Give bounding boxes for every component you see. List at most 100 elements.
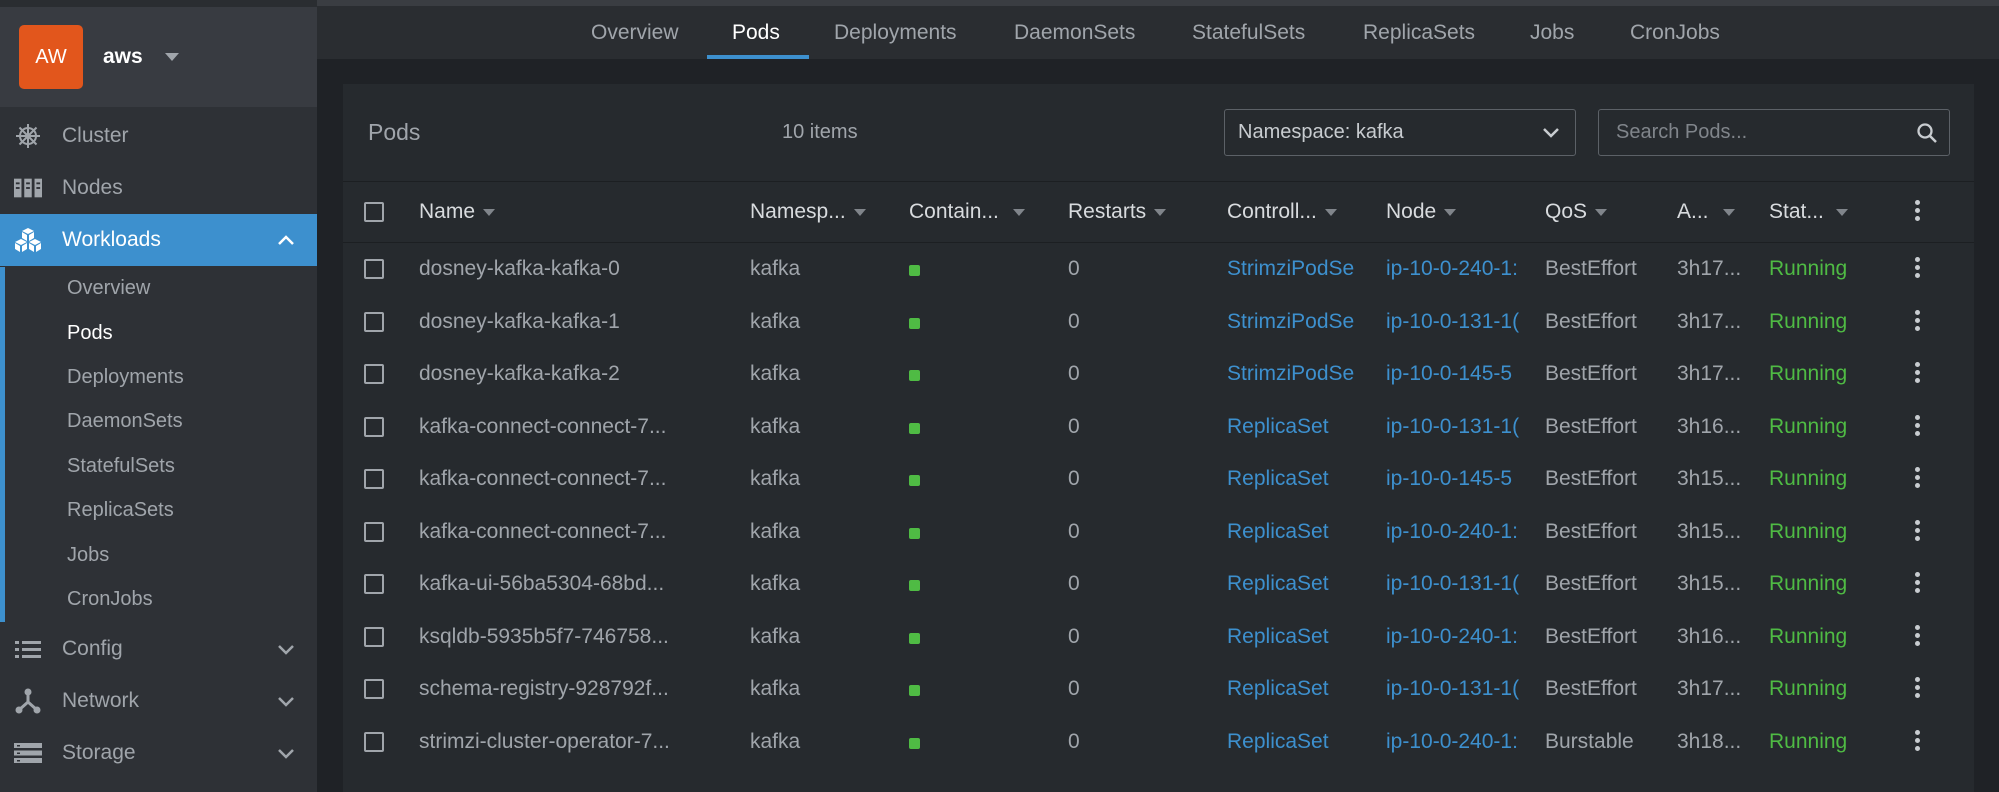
- subnav-cronjobs[interactable]: CronJobs: [67, 584, 153, 614]
- row-menu-icon[interactable]: [1911, 572, 1923, 596]
- tab-daemonsets[interactable]: DaemonSets: [1014, 6, 1135, 59]
- table-row[interactable]: schema-registry-928792f... kafka 0 ReplicaS…: [343, 663, 1974, 715]
- pod-node-link[interactable]: ip-10-0-240-1:: [1386, 716, 1520, 768]
- row-menu-icon[interactable]: [1911, 257, 1923, 281]
- tab-overview[interactable]: Overview: [591, 6, 679, 59]
- cluster-header[interactable]: AW aws: [0, 7, 317, 107]
- table-row[interactable]: kafka-connect-connect-7... kafka 0 ReplicaS…: [343, 401, 1974, 453]
- row-menu-icon[interactable]: [1911, 414, 1923, 439]
- row-menu-icon[interactable]: [1911, 677, 1923, 701]
- pod-controller-link[interactable]: ReplicaSet: [1227, 453, 1361, 505]
- pod-node-link[interactable]: ip-10-0-131-1(: [1386, 663, 1520, 715]
- nav-item-storage[interactable]: Storage: [0, 727, 317, 779]
- pod-controller-link[interactable]: ReplicaSet: [1227, 401, 1361, 453]
- tab-replicasets[interactable]: ReplicaSets: [1363, 6, 1475, 59]
- row-menu-icon[interactable]: [1911, 519, 1923, 544]
- row-checkbox[interactable]: [364, 679, 384, 699]
- pod-controller-link[interactable]: StrimziPodSe: [1227, 348, 1361, 400]
- caret-down-icon[interactable]: [164, 53, 179, 61]
- row-checkbox[interactable]: [364, 521, 384, 542]
- chevron-down-icon[interactable]: [277, 741, 295, 765]
- column-menu-icon[interactable]: [1911, 200, 1923, 224]
- pod-controller-link[interactable]: StrimziPodSe: [1227, 296, 1361, 348]
- nav-item-config[interactable]: Config: [0, 623, 317, 675]
- subnav-deployments[interactable]: Deployments: [67, 362, 184, 392]
- subnav-pods[interactable]: Pods: [67, 318, 113, 348]
- row-checkbox[interactable]: [364, 731, 384, 752]
- row-checkbox[interactable]: [364, 626, 384, 647]
- row-menu-icon[interactable]: [1911, 467, 1923, 491]
- pod-node-link[interactable]: ip-10-0-131-1(: [1386, 296, 1520, 348]
- chevron-up-icon[interactable]: [277, 228, 295, 252]
- col-header-qos[interactable]: QoS: [1545, 182, 1608, 242]
- pod-node-link[interactable]: ip-10-0-145-5: [1386, 453, 1520, 505]
- table-row[interactable]: kafka-connect-connect-7... kafka 0 ReplicaS…: [343, 506, 1974, 558]
- col-header-restarts[interactable]: Restarts: [1068, 182, 1167, 242]
- cluster-avatar[interactable]: AW: [19, 25, 83, 89]
- tab-pods[interactable]: Pods: [732, 6, 780, 59]
- pod-status: Running: [1769, 362, 1848, 385]
- pod-node-link[interactable]: ip-10-0-240-1:: [1386, 243, 1520, 295]
- col-header-status[interactable]: Stat...: [1769, 182, 1848, 242]
- row-checkbox[interactable]: [364, 469, 384, 489]
- search-input[interactable]: [1614, 120, 1898, 145]
- select-all-checkbox[interactable]: [364, 202, 384, 222]
- row-checkbox[interactable]: [364, 311, 384, 332]
- nav-item-cluster[interactable]: Cluster: [0, 110, 317, 162]
- pod-node-link[interactable]: ip-10-0-240-1:: [1386, 506, 1520, 558]
- pod-controller-link[interactable]: StrimziPodSe: [1227, 243, 1361, 295]
- cluster-name[interactable]: aws: [103, 45, 143, 69]
- subnav-overview[interactable]: Overview: [67, 273, 150, 303]
- pod-controller-link[interactable]: ReplicaSet: [1227, 558, 1361, 610]
- pod-controller-link[interactable]: ReplicaSet: [1227, 611, 1361, 663]
- table-row[interactable]: kafka-ui-56ba5304-68bd... kafka 0 ReplicaSe…: [343, 558, 1974, 610]
- search-icon[interactable]: [1915, 121, 1939, 150]
- col-header-controlled-by[interactable]: Controll...: [1227, 182, 1337, 242]
- row-menu-icon[interactable]: [1911, 362, 1923, 386]
- nav-item-network[interactable]: Network: [0, 675, 317, 727]
- search-box[interactable]: [1598, 109, 1950, 156]
- pod-node-link[interactable]: ip-10-0-145-5: [1386, 348, 1520, 400]
- col-header-age[interactable]: A...: [1677, 182, 1735, 242]
- pod-controller-link[interactable]: ReplicaSet: [1227, 506, 1361, 558]
- table-row[interactable]: ksqldb-5935b5f7-746758... kafka 0 ReplicaSe…: [343, 611, 1974, 663]
- nav-label-nodes: Nodes: [62, 176, 123, 199]
- subnav-daemonsets[interactable]: DaemonSets: [67, 406, 183, 436]
- row-checkbox[interactable]: [364, 259, 384, 279]
- pod-name: ksqldb-5935b5f7-746758...: [419, 624, 669, 648]
- table-row[interactable]: dosney-kafka-kafka-0 kafka 0 StrimziPodSe ip…: [343, 243, 1974, 295]
- tab-jobs[interactable]: Jobs: [1530, 6, 1574, 59]
- pod-restarts: 0: [1068, 624, 1080, 648]
- nav-item-workloads[interactable]: Workloads: [0, 214, 317, 266]
- tab-cronjobs[interactable]: CronJobs: [1630, 6, 1720, 59]
- col-header-name[interactable]: Name: [419, 182, 496, 242]
- pod-node-link[interactable]: ip-10-0-240-1:: [1386, 611, 1520, 663]
- pod-node-link[interactable]: ip-10-0-131-1(: [1386, 558, 1520, 610]
- nav-item-nodes[interactable]: Nodes: [0, 162, 317, 214]
- col-header-node[interactable]: Node: [1386, 182, 1457, 242]
- table-row[interactable]: kafka-connect-connect-7... kafka 0 ReplicaS…: [343, 453, 1974, 505]
- tab-deployments[interactable]: Deployments: [834, 6, 957, 59]
- pod-node-link[interactable]: ip-10-0-131-1(: [1386, 401, 1520, 453]
- row-checkbox[interactable]: [364, 574, 384, 594]
- chevron-down-icon[interactable]: [277, 689, 295, 713]
- subnav-replicasets[interactable]: ReplicaSets: [67, 495, 174, 525]
- subnav-statefulsets[interactable]: StatefulSets: [67, 451, 175, 481]
- tab-statefulsets[interactable]: StatefulSets: [1192, 6, 1305, 59]
- row-menu-icon[interactable]: [1911, 729, 1923, 754]
- namespace-select[interactable]: Namespace: kafka: [1224, 109, 1576, 156]
- col-header-namespace[interactable]: Namesp...: [750, 182, 866, 242]
- table-row[interactable]: strimzi-cluster-operator-7... kafka 0 Repli…: [343, 716, 1974, 768]
- pod-controller-link[interactable]: ReplicaSet: [1227, 716, 1361, 768]
- row-menu-icon[interactable]: [1911, 624, 1923, 649]
- subnav-jobs[interactable]: Jobs: [67, 540, 109, 570]
- row-checkbox[interactable]: [364, 416, 384, 437]
- pod-controller-link[interactable]: ReplicaSet: [1227, 663, 1361, 715]
- row-checkbox[interactable]: [364, 364, 384, 384]
- col-header-containers[interactable]: Contain...: [909, 182, 1025, 242]
- nav-label-cluster: Cluster: [62, 124, 129, 147]
- table-row[interactable]: dosney-kafka-kafka-2 kafka 0 StrimziPodSe ip…: [343, 348, 1974, 400]
- chevron-down-icon[interactable]: [277, 637, 295, 661]
- table-row[interactable]: dosney-kafka-kafka-1 kafka 0 StrimziPodSe ip…: [343, 296, 1974, 348]
- row-menu-icon[interactable]: [1911, 309, 1923, 334]
